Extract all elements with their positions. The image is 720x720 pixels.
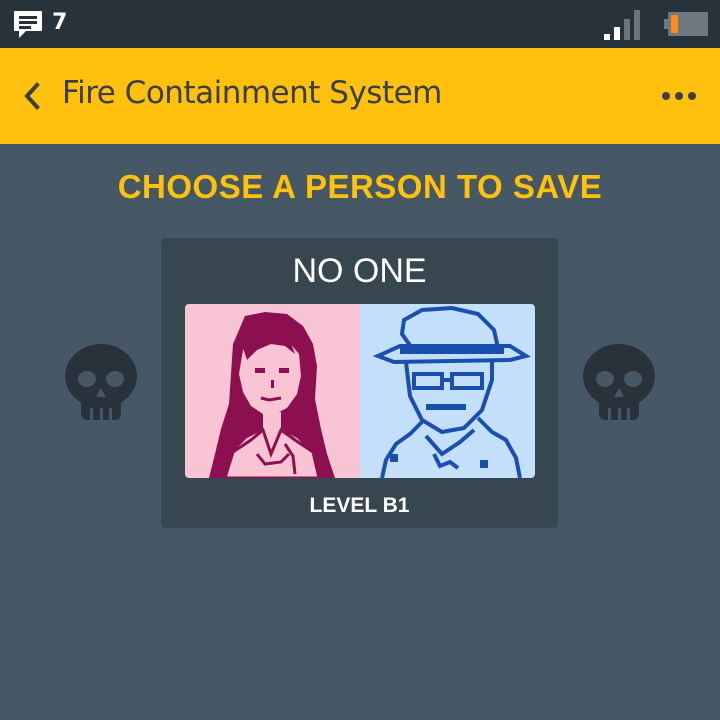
portrait-pair (185, 304, 535, 478)
choice-card[interactable]: NO ONE LEVEL B1 (161, 238, 558, 528)
app-bar: Fire Containment System (0, 48, 720, 144)
status-bar: 7 (0, 0, 720, 48)
man-in-hat-portrait (360, 304, 535, 478)
signal-icon (604, 10, 640, 40)
message-icon (14, 11, 42, 38)
headline: CHOOSE A PERSON TO SAVE (117, 168, 603, 205)
skull-icon (65, 344, 137, 420)
skull-icon (583, 344, 655, 420)
notification-count: 7 (52, 10, 68, 35)
card-title: NO ONE (292, 252, 427, 290)
battery-icon (664, 12, 708, 36)
page-title: Fire Containment System (62, 75, 442, 111)
more-horizontal-icon[interactable] (656, 82, 702, 110)
level-label: LEVEL B1 (309, 494, 410, 517)
chevron-left-icon[interactable] (18, 78, 46, 114)
woman-portrait (185, 304, 360, 478)
